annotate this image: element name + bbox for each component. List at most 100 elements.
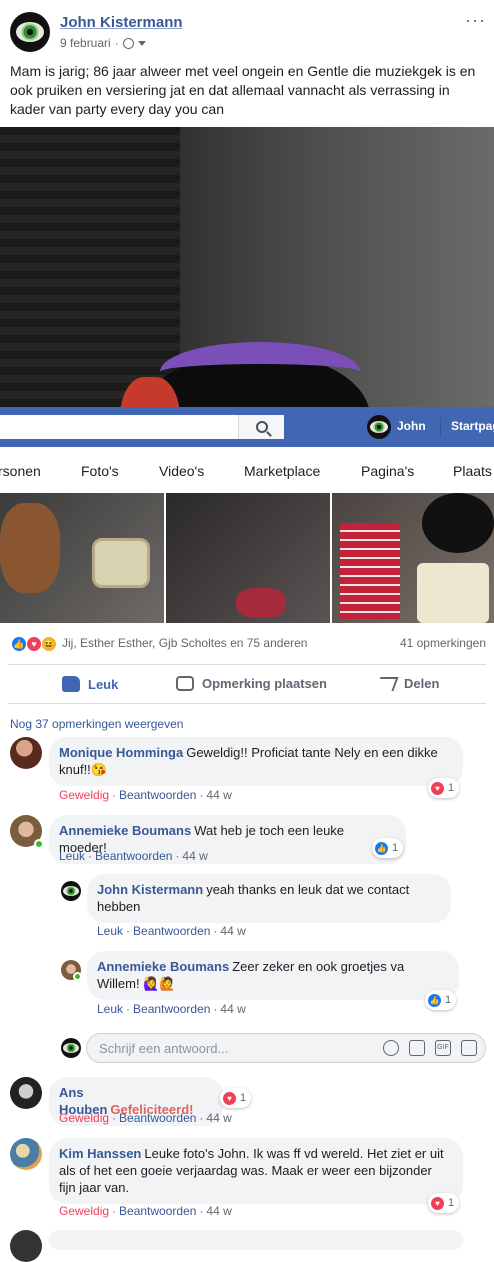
reaction-link[interactable]: Leuk <box>97 1002 123 1016</box>
photo-thumbnail[interactable] <box>332 493 494 623</box>
online-status-icon <box>34 839 44 849</box>
chevron-down-icon[interactable] <box>137 40 146 46</box>
photo-grid <box>0 493 494 623</box>
love-reaction-icon: ♥ <box>223 1091 236 1105</box>
reply-input-icons: GIF <box>383 1040 477 1056</box>
like-reaction-icon[interactable]: 👍 <box>11 636 27 652</box>
home-link[interactable]: Startpag <box>451 419 494 433</box>
search-button[interactable] <box>238 415 284 439</box>
tab-videos[interactable]: Video's <box>159 463 204 479</box>
photo-thumbnail[interactable] <box>166 493 330 623</box>
accordion <box>340 523 400 619</box>
photo-thumbnail[interactable] <box>0 493 164 623</box>
comment-actions: Geweldig · Beantwoorden · 44 w <box>59 1111 232 1125</box>
comment-actions: Geweldig · Beantwoorden · 44 w <box>59 788 232 802</box>
gift-tin <box>417 563 489 623</box>
comment-bubble: John Kistermann yeah thanks en leuk dat w… <box>87 874 451 923</box>
comment-reaction-badge[interactable]: 👍 1 <box>425 990 457 1010</box>
eye-avatar-icon <box>63 886 79 896</box>
facebook-top-bar: John Startpag <box>0 407 494 447</box>
reaction-link[interactable]: Leuk <box>59 849 85 863</box>
avatar[interactable] <box>10 1230 42 1262</box>
reaction-link[interactable]: Geweldig <box>59 1204 109 1218</box>
author-avatar[interactable] <box>10 12 50 52</box>
comment-time[interactable]: 44 w <box>206 1204 231 1218</box>
reply-link[interactable]: Beantwoorden <box>133 924 210 938</box>
search-input[interactable] <box>0 415 238 439</box>
globe-icon[interactable] <box>122 37 134 49</box>
post-photo-main[interactable] <box>0 127 494 407</box>
tab-places[interactable]: Plaats <box>453 463 492 479</box>
thumbs-up-icon <box>62 676 80 692</box>
avatar[interactable] <box>10 1077 42 1109</box>
comment-reaction-badge[interactable]: ♥ 1 <box>428 778 460 798</box>
eye-avatar-icon <box>16 22 44 42</box>
comment-bubble: Kim Hanssen Leuke foto's John. Ik was ff … <box>49 1138 463 1204</box>
reaction-link[interactable]: Leuk <box>97 924 123 938</box>
view-more-comments-link[interactable]: Nog 37 opmerkingen weergeven <box>10 717 183 731</box>
comment-time[interactable]: 44 w <box>182 849 207 863</box>
gift-basket <box>92 538 150 588</box>
reaction-count: 1 <box>240 1092 247 1104</box>
post-actions: Leuk Opmerking plaatsen Delen <box>8 664 486 704</box>
comment-actions: Leuk · Beantwoorden · 44 w <box>97 924 246 938</box>
comment-button[interactable]: Opmerking plaatsen <box>176 676 327 691</box>
avatar[interactable] <box>61 881 81 901</box>
comment-author[interactable]: John Kistermann <box>97 882 203 897</box>
post-author[interactable]: John Kistermann <box>60 14 183 31</box>
camera-icon[interactable] <box>409 1040 425 1056</box>
comment-time[interactable]: 44 w <box>206 788 231 802</box>
like-reaction-icon: 👍 <box>375 841 388 855</box>
like-button[interactable]: Leuk <box>62 676 118 692</box>
love-reaction-icon[interactable]: ♥ <box>26 636 42 652</box>
comment-author[interactable]: Monique Homminga <box>59 745 183 760</box>
comment-actions: Leuk · Beantwoorden · 44 w <box>97 1002 246 1016</box>
gif-icon[interactable]: GIF <box>435 1040 451 1056</box>
avatar[interactable] <box>10 1138 42 1170</box>
comment-count[interactable]: 41 opmerkingen <box>400 636 486 650</box>
like-label: Leuk <box>88 676 119 692</box>
comment-bubble: Annemieke Boumans Zeer zeker en ook groet… <box>87 951 459 1000</box>
avatar[interactable] <box>10 737 42 769</box>
reply-link[interactable]: Beantwoorden <box>133 1002 210 1016</box>
comment-actions: Leuk · Beantwoorden · 44 w <box>59 849 208 863</box>
tab-pages[interactable]: Pagina's <box>361 463 414 479</box>
comment-reaction-badge[interactable]: ♥ 1 <box>428 1193 460 1213</box>
tab-personen[interactable]: rsonen <box>0 463 41 479</box>
comment-author[interactable]: Annemieke Boumans <box>97 959 229 974</box>
profile-link[interactable]: John <box>397 419 426 433</box>
more-options-icon[interactable]: ··· <box>465 10 486 31</box>
comment-bubble <box>49 1230 463 1250</box>
post-date[interactable]: 9 februari <box>60 36 111 50</box>
comment-reaction-badge[interactable]: ♥ 1 <box>220 1088 252 1108</box>
comment-time[interactable]: 44 w <box>220 1002 245 1016</box>
tab-marketplace[interactable]: Marketplace <box>244 463 320 479</box>
reaction-names[interactable]: Jij, Esther Esther, Gjb Scholtes en 75 a… <box>62 636 307 650</box>
eye-avatar-icon <box>63 1043 79 1053</box>
reaction-link[interactable]: Geweldig <box>59 1111 109 1125</box>
avatar[interactable] <box>61 1038 81 1058</box>
comment-author[interactable]: Annemieke Boumans <box>59 823 191 838</box>
user-avatar[interactable] <box>367 415 391 439</box>
post-text: Mam is jarig; 86 jaar alweer met veel on… <box>10 63 476 117</box>
tab-photos[interactable]: Foto's <box>81 463 119 479</box>
share-icon <box>375 676 399 691</box>
reply-link[interactable]: Beantwoorden <box>95 849 172 863</box>
smiley-icon[interactable] <box>383 1040 399 1056</box>
comment-icon <box>176 676 194 691</box>
reply-input[interactable]: Schrijf een antwoord... GIF <box>86 1033 486 1063</box>
comment-time[interactable]: 44 w <box>206 1111 231 1125</box>
reaction-link[interactable]: Geweldig <box>59 788 109 802</box>
reply-link[interactable]: Beantwoorden <box>119 788 196 802</box>
dog <box>0 503 60 593</box>
comment-author[interactable]: Kim Hanssen <box>59 1146 141 1161</box>
comment-reaction-badge[interactable]: 👍 1 <box>372 838 404 858</box>
haha-reaction-icon[interactable]: 😆 <box>41 636 57 652</box>
reply-link[interactable]: Beantwoorden <box>119 1204 196 1218</box>
comment-time[interactable]: 44 w <box>220 924 245 938</box>
reply-link[interactable]: Beantwoorden <box>119 1111 196 1125</box>
share-button[interactable]: Delen <box>375 676 439 691</box>
sticker-icon[interactable] <box>461 1040 477 1056</box>
comment-actions: Geweldig · Beantwoorden · 44 w <box>59 1204 232 1218</box>
like-reaction-icon: 👍 <box>428 993 441 1007</box>
